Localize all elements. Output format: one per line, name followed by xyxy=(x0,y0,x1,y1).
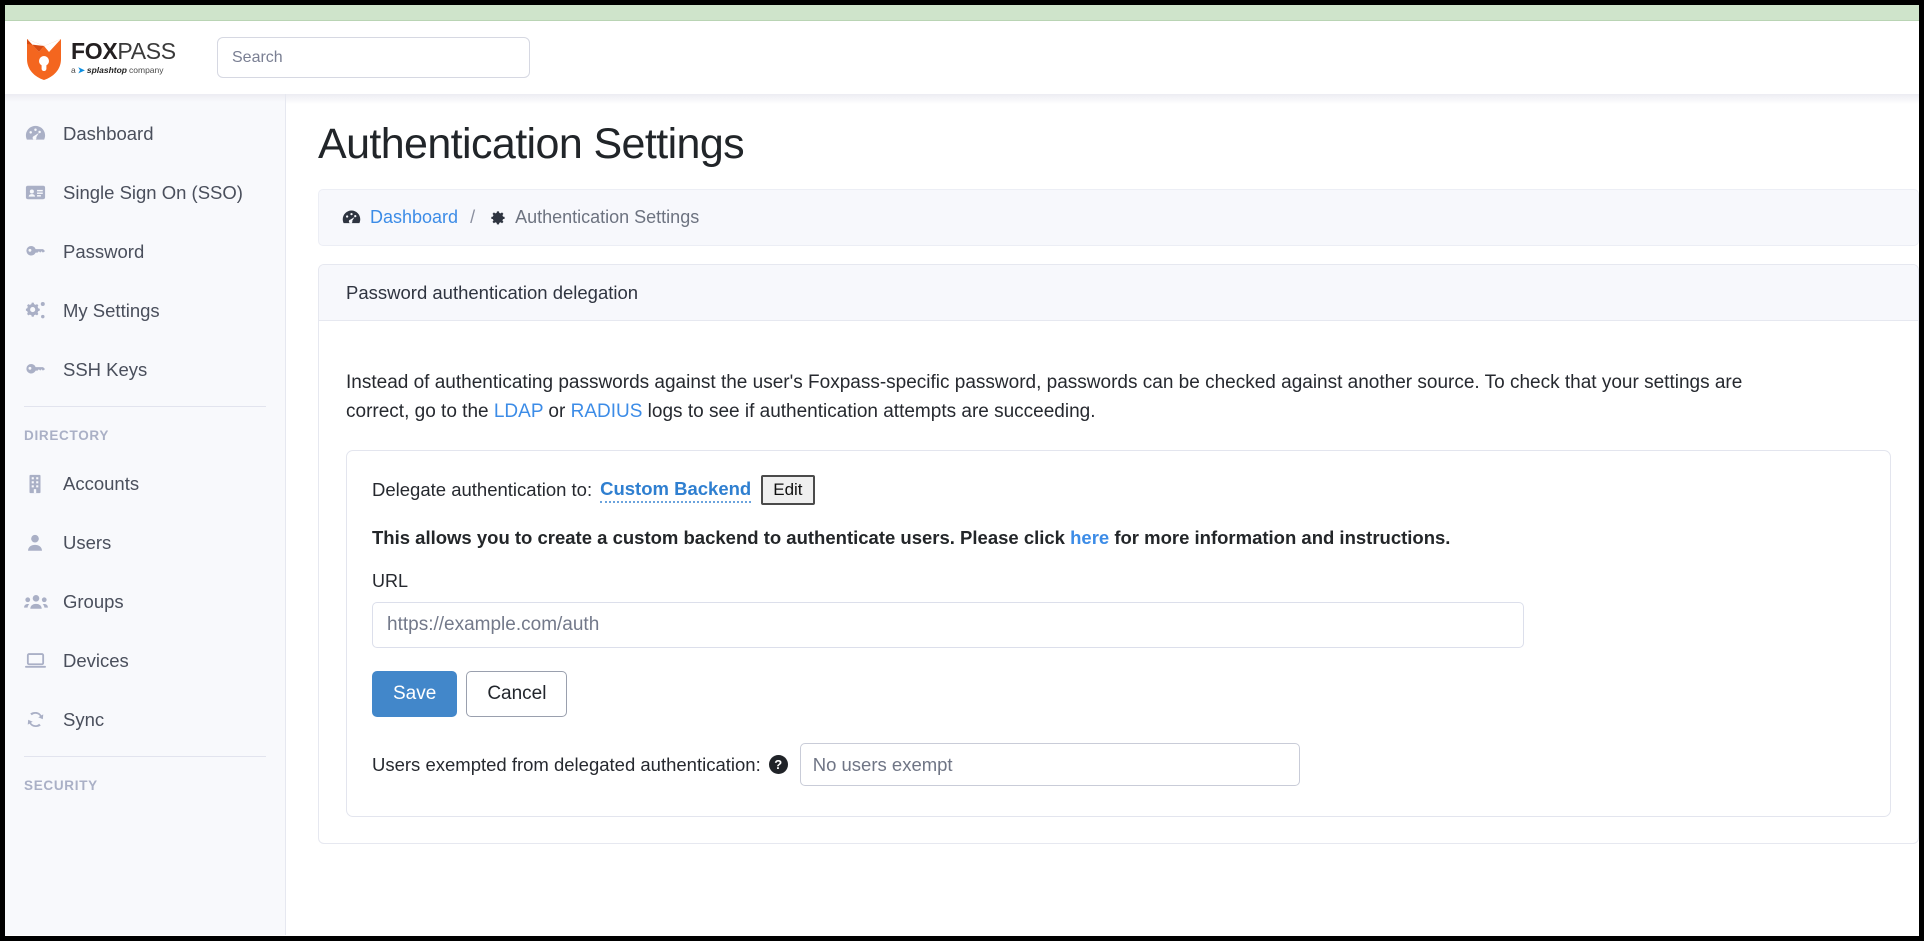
gears-icon xyxy=(24,299,52,322)
breadcrumb-separator: / xyxy=(470,207,476,227)
laptop-icon xyxy=(24,649,52,672)
dashboard-icon xyxy=(341,207,362,228)
form-actions: Save Cancel xyxy=(372,671,1865,718)
foxpass-wordmark: FOXPASS a ➤ splashtop company xyxy=(71,40,176,75)
sidebar-item-sync[interactable]: Sync xyxy=(5,690,285,749)
foxpass-logo[interactable]: FOXPASS a ➤ splashtop company xyxy=(25,35,195,81)
sidebar-item-label: Accounts xyxy=(63,472,140,494)
radius-logs-link[interactable]: RADIUS xyxy=(571,401,643,422)
allows-text-1: This allows you to create a custom backe… xyxy=(372,527,1071,549)
intro-paragraph: Instead of authenticating passwords agai… xyxy=(346,368,1806,427)
here-link[interactable]: here xyxy=(1070,527,1109,548)
sidebar-item-sso[interactable]: Single Sign On (SSO) xyxy=(5,163,285,222)
brand-name-light: PASS xyxy=(117,38,176,65)
custom-backend-panel: Delegate authentication to: Custom Backe… xyxy=(346,449,1891,818)
sidebar-item-label: Groups xyxy=(63,590,124,612)
sidebar-item-my-settings[interactable]: My Settings xyxy=(5,281,285,340)
sidebar-item-label: My Settings xyxy=(63,299,160,321)
sidebar-item-groups[interactable]: Groups xyxy=(5,572,285,631)
sidebar-section-directory: DIRECTORY xyxy=(24,428,110,443)
sidebar-item-label: Devices xyxy=(63,649,129,671)
splashtop-mark-icon: ➤ xyxy=(77,65,85,76)
users-group-icon xyxy=(24,591,52,613)
delegate-authentication-row: Delegate authentication to: Custom Backe… xyxy=(372,474,1865,506)
search-input[interactable] xyxy=(217,37,530,78)
delegate-backend-value[interactable]: Custom Backend xyxy=(600,478,752,503)
edit-button[interactable]: Edit xyxy=(761,474,815,506)
exempt-users-label: Users exempted from delegated authentica… xyxy=(372,753,761,775)
tagline-brand: splashtop xyxy=(86,65,128,76)
intro-text-2: or xyxy=(543,401,571,423)
cancel-button[interactable]: Cancel xyxy=(466,671,568,718)
intro-text-3: logs to see if authentication attempts a… xyxy=(642,401,1096,423)
exempt-users-row: Users exempted from delegated authentica… xyxy=(372,743,1865,787)
delegate-label: Delegate authentication to: xyxy=(372,479,593,501)
sidebar-section-security: SECURITY xyxy=(24,778,98,793)
key-icon xyxy=(24,240,52,263)
breadcrumb-link-dashboard[interactable]: Dashboard xyxy=(370,207,458,228)
key-icon xyxy=(24,358,52,381)
password-delegation-card: Password authentication delegation Inste… xyxy=(318,264,1919,845)
gear-icon xyxy=(487,208,507,228)
help-question-icon[interactable]: ? xyxy=(768,755,788,775)
building-icon xyxy=(24,473,52,495)
sidebar-item-label: Dashboard xyxy=(63,122,154,144)
app-header: FOXPASS a ➤ splashtop company xyxy=(5,21,1919,94)
user-icon xyxy=(24,532,52,554)
sidebar-divider xyxy=(24,756,266,757)
sidebar-item-devices[interactable]: Devices xyxy=(5,631,285,690)
sync-icon xyxy=(24,708,52,731)
sidebar-item-label: Password xyxy=(63,240,145,262)
sidebar-divider xyxy=(24,406,266,407)
save-button[interactable]: Save xyxy=(372,671,458,718)
sidebar-nav: Dashboard Single Sign On (SSO) Password … xyxy=(5,94,286,935)
breadcrumb: Dashboard / Authentication Settings xyxy=(318,189,1919,246)
brand-name: FOXPASS xyxy=(71,40,176,63)
sidebar-item-ssh-keys[interactable]: SSH Keys xyxy=(5,340,285,399)
tagline-suffix: company xyxy=(129,65,164,76)
dashboard-icon xyxy=(24,122,52,145)
sidebar-item-label: Users xyxy=(63,531,112,553)
sidebar-item-label: Single Sign On (SSO) xyxy=(63,181,243,203)
card-body: Instead of authenticating passwords agai… xyxy=(319,321,1918,843)
page-title: Authentication Settings xyxy=(318,120,745,168)
brand-tagline: a ➤ splashtop company xyxy=(71,66,176,75)
brand-name-bold: FOX xyxy=(71,38,118,65)
app-window: FOXPASS a ➤ splashtop company Dashboar xyxy=(0,0,1924,941)
sidebar-item-dashboard[interactable]: Dashboard xyxy=(5,104,285,163)
fox-shield-logo-icon xyxy=(25,35,63,81)
ldap-logs-link[interactable]: LDAP xyxy=(494,401,543,422)
sidebar-item-label: Sync xyxy=(63,708,105,730)
tagline-prefix: a xyxy=(71,65,76,76)
card-header-title: Password authentication delegation xyxy=(319,265,1918,321)
custom-backend-description: This allows you to create a custom backe… xyxy=(372,527,1865,549)
url-field-label: URL xyxy=(372,571,409,592)
id-card-icon xyxy=(24,181,52,204)
sidebar-item-password[interactable]: Password xyxy=(5,222,285,281)
exempt-users-input[interactable] xyxy=(799,743,1300,787)
sidebar-item-label: SSH Keys xyxy=(63,358,148,380)
url-input[interactable] xyxy=(372,602,1524,649)
top-notification-strip xyxy=(5,5,1919,21)
breadcrumb-current: Authentication Settings xyxy=(515,207,700,227)
sidebar-item-users[interactable]: Users xyxy=(5,513,285,572)
allows-text-2: for more information and instructions. xyxy=(1109,527,1451,549)
main-content: Authentication Settings Dashboard / Auth… xyxy=(286,94,1919,935)
sidebar-item-accounts[interactable]: Accounts xyxy=(5,454,285,513)
